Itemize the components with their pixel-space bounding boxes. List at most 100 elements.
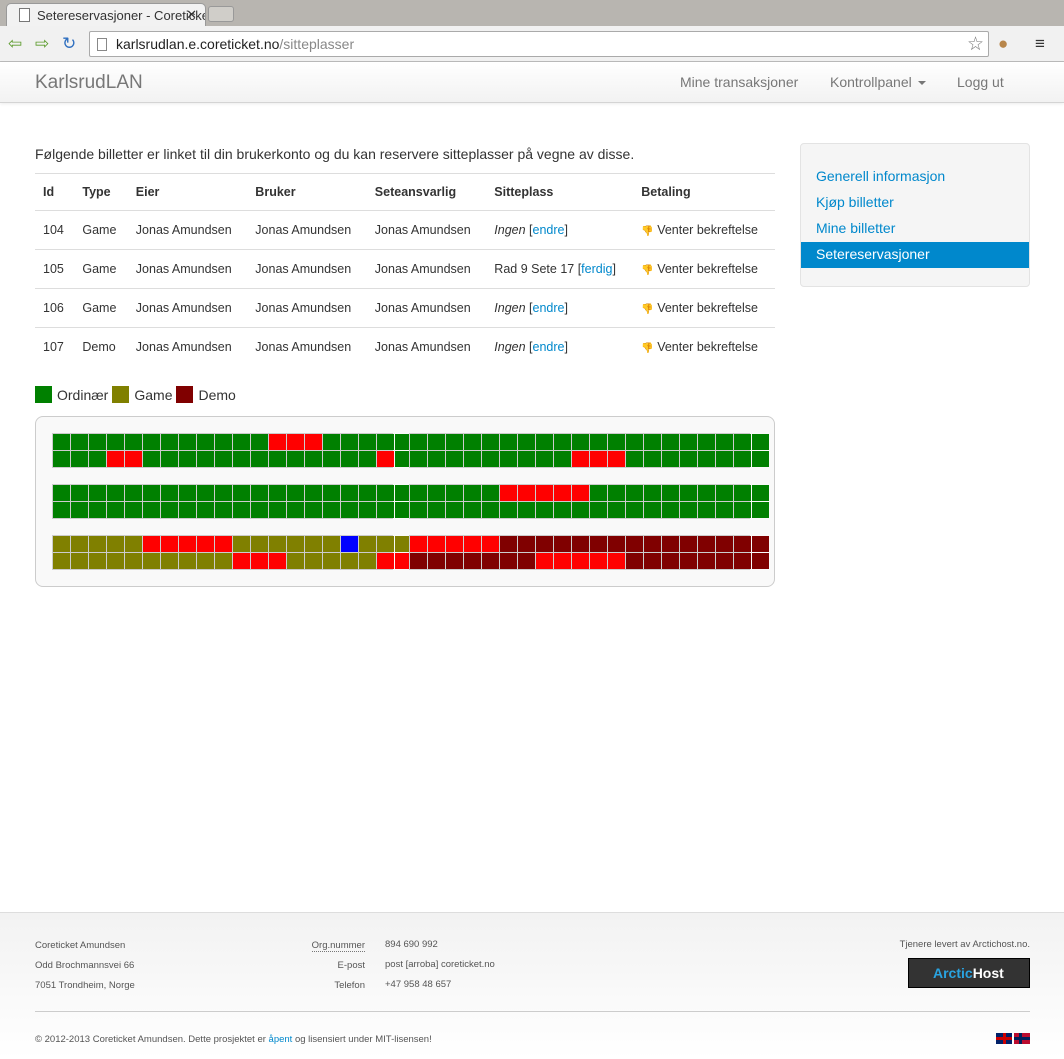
seat[interactable] [536,434,553,450]
close-tab-icon[interactable]: ✕ [186,7,197,23]
seat[interactable] [179,485,196,501]
seat[interactable] [161,536,178,552]
menu-icon[interactable]: ≡ [1035,34,1045,54]
seat[interactable] [215,434,232,450]
seat[interactable] [197,502,214,518]
seat[interactable] [215,553,232,569]
seat[interactable] [410,485,427,501]
seat[interactable] [323,451,340,467]
seat[interactable] [644,434,661,450]
seat[interactable] [626,434,643,450]
seat[interactable] [269,485,286,501]
seat-action-link[interactable]: endre [533,340,565,354]
seat[interactable] [269,536,286,552]
seat[interactable] [482,485,499,501]
seat[interactable] [179,553,196,569]
seat[interactable] [89,502,106,518]
seat[interactable] [197,485,214,501]
seat[interactable] [464,553,481,569]
seat[interactable] [377,485,394,501]
reload-icon[interactable]: ↻ [62,34,76,54]
seat[interactable] [215,502,232,518]
seat[interactable] [377,451,394,467]
seat[interactable] [572,502,589,518]
seat[interactable] [233,485,250,501]
seat[interactable] [71,485,88,501]
flag-norway-icon[interactable] [1014,1033,1030,1044]
seat[interactable] [161,502,178,518]
seat[interactable] [644,553,661,569]
seat[interactable] [554,485,571,501]
seat[interactable] [107,502,124,518]
seat[interactable] [125,451,142,467]
seat[interactable] [716,485,733,501]
seat[interactable] [644,502,661,518]
seat[interactable] [698,434,715,450]
seat[interactable] [197,451,214,467]
seat[interactable] [698,451,715,467]
seat[interactable] [161,553,178,569]
seat[interactable] [107,553,124,569]
seat[interactable] [215,536,232,552]
seat[interactable] [143,434,160,450]
seat[interactable] [143,451,160,467]
seat[interactable] [482,502,499,518]
seat[interactable] [608,553,625,569]
seat[interactable] [608,434,625,450]
seat[interactable] [428,485,445,501]
seat[interactable] [680,553,697,569]
seat[interactable] [716,553,733,569]
seat[interactable] [608,536,625,552]
nav-mine-transaksjoner[interactable]: Mine transaksjoner [680,74,798,90]
seat[interactable] [71,553,88,569]
seat[interactable] [626,485,643,501]
seat[interactable] [161,434,178,450]
seat[interactable] [215,485,232,501]
seat[interactable] [71,434,88,450]
seat[interactable] [428,502,445,518]
seat[interactable] [752,485,769,501]
seat[interactable] [305,434,322,450]
seat[interactable] [269,553,286,569]
seat[interactable] [518,485,535,501]
seat[interactable] [323,536,340,552]
seat[interactable] [536,451,553,467]
seat[interactable] [734,536,751,552]
seat[interactable] [305,536,322,552]
seat[interactable] [125,485,142,501]
seat[interactable] [107,434,124,450]
seat[interactable] [359,502,376,518]
seat[interactable] [125,502,142,518]
seat[interactable] [572,553,589,569]
seat[interactable] [377,502,394,518]
address-bar[interactable]: karlsrudlan.e.coreticket.no/sitteplasser… [89,31,989,57]
seat[interactable] [233,502,250,518]
seat[interactable] [536,536,553,552]
seat[interactable] [446,502,463,518]
seat[interactable] [536,502,553,518]
seat[interactable] [572,536,589,552]
seat[interactable] [464,485,481,501]
seat[interactable] [428,434,445,450]
seat[interactable] [644,451,661,467]
seat[interactable] [608,485,625,501]
seat[interactable] [554,434,571,450]
seat[interactable] [143,553,160,569]
seat[interactable] [752,434,769,450]
seat[interactable] [305,485,322,501]
seat[interactable] [662,536,679,552]
seat[interactable] [197,434,214,450]
seat[interactable] [428,553,445,569]
seat[interactable] [287,553,304,569]
seat[interactable] [626,451,643,467]
seat[interactable] [323,485,340,501]
seat[interactable] [287,502,304,518]
seat[interactable] [734,553,751,569]
seat[interactable] [680,536,697,552]
seat[interactable] [716,502,733,518]
seat[interactable] [269,451,286,467]
seat[interactable] [590,434,607,450]
seat[interactable] [572,434,589,450]
brand[interactable]: KarlsrudLAN [35,72,143,94]
seat[interactable] [233,434,250,450]
